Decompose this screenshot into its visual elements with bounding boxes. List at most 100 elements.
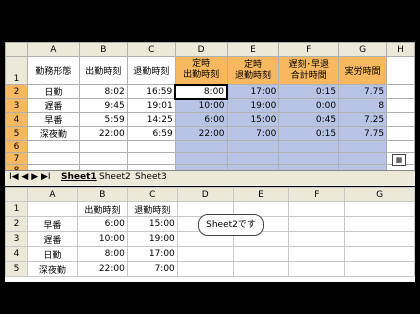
col-header-g[interactable]: G [338,42,388,57]
tab-sheet3[interactable]: Sheet3 [135,172,167,182]
cell-c[interactable]: 19:00 [126,231,178,247]
tab-sheet1[interactable]: Sheet1 [61,172,97,182]
cell-e1[interactable]: 定時 退勤時刻 [226,56,280,85]
cell-d[interactable] [176,246,234,262]
cell-d[interactable] [174,152,228,165]
row-header[interactable]: 5 [5,261,28,277]
select-all-corner[interactable] [5,187,28,202]
cell-d[interactable] [176,261,234,277]
cell-c1[interactable]: 退勤時刻 [126,56,176,85]
cell-c[interactable]: 14:25 [126,112,176,127]
cell-b[interactable]: 10:00 [76,231,128,247]
cell-g[interactable]: 7.75 [338,84,388,99]
cell-h[interactable] [386,98,415,113]
cell-e[interactable]: 7:00 [226,126,280,141]
cell-a1[interactable]: 勤務形態 [26,56,80,85]
cell-b[interactable]: 出勤時刻 [76,201,128,217]
cell-e[interactable]: 17:00 [226,84,280,99]
cell-d[interactable]: 22:00 [174,126,228,141]
cell-c[interactable] [126,140,176,153]
cell-f1[interactable]: 遅刻･早退 合計時間 [278,56,340,85]
cell-h[interactable] [386,84,415,99]
col-header-e[interactable]: E [232,187,290,202]
cell-d[interactable]: 6:00 [174,112,228,127]
cell-a[interactable] [26,140,80,153]
col-header-f[interactable]: F [278,42,340,57]
cell-a[interactable]: 日勤 [26,246,78,262]
cell-g[interactable] [344,201,415,217]
cell-g[interactable]: 7.75 [338,126,388,141]
cell-f[interactable]: 0:15 [278,126,340,141]
cell-b[interactable] [78,140,128,153]
row-header[interactable]: 3 [5,98,28,113]
tab-nav-buttons[interactable]: I◀ ◀ ▶ ▶I [9,172,51,182]
cell-a[interactable] [26,152,80,165]
select-all-corner[interactable] [5,42,28,57]
tab-sheet2[interactable]: Sheet2 [99,172,131,182]
cell-e[interactable]: 15:00 [226,112,280,127]
cell-f[interactable]: 0:15 [278,84,340,99]
paste-options-icon[interactable]: ▦ [392,154,406,166]
cell-a[interactable]: 早番 [26,216,78,232]
cell-a[interactable]: 深夜勤 [26,126,80,141]
col-header-b[interactable]: B [76,187,128,202]
cell-a[interactable]: 遅番 [26,231,78,247]
col-header-a[interactable]: A [26,42,80,57]
cell-g[interactable] [338,140,388,153]
cell-a[interactable] [26,201,78,217]
cell-f[interactable] [278,140,340,153]
row-header[interactable]: 2 [5,84,28,99]
row-header[interactable]: 5 [5,126,28,141]
cell-b[interactable]: 6:00 [76,216,128,232]
col-header-a[interactable]: A [26,187,78,202]
cell-b[interactable] [78,152,128,165]
cell-c[interactable]: 19:01 [126,98,176,113]
row-header[interactable]: 3 [5,231,28,247]
row-header[interactable]: 6 [5,140,28,153]
cell-f[interactable] [278,152,340,165]
cell-h[interactable] [386,112,415,127]
cell-g[interactable]: 7.25 [338,112,388,127]
cell-g[interactable] [338,152,388,165]
cell-g[interactable] [344,216,415,232]
cell-e[interactable]: 19:00 [226,98,280,113]
cell-g[interactable]: 8 [338,98,388,113]
cell-a[interactable]: 遅番 [26,98,80,113]
col-header-f[interactable]: F [288,187,346,202]
cell-h[interactable] [386,126,415,141]
cell-g[interactable] [344,246,415,262]
cell-f[interactable] [288,231,346,247]
col-header-c[interactable]: C [126,187,178,202]
col-header-g[interactable]: G [344,187,415,202]
cell-b[interactable]: 8:02 [78,84,128,99]
active-cell[interactable]: 8:00 [174,83,229,100]
cell-e[interactable] [232,261,290,277]
cell-b1[interactable]: 出勤時刻 [78,56,128,85]
cell-h1[interactable] [386,56,415,85]
cell-f[interactable] [288,201,346,217]
cell-b[interactable]: 8:00 [76,246,128,262]
row-header[interactable]: 4 [5,112,28,127]
col-header-e[interactable]: E [226,42,280,57]
cell-b[interactable]: 22:00 [76,261,128,277]
cell-a[interactable]: 日勤 [26,84,80,99]
cell-b[interactable]: 22:00 [78,126,128,141]
cell-c[interactable]: 15:00 [126,216,178,232]
cell-f[interactable] [288,216,346,232]
cell-d[interactable] [174,140,228,153]
col-header-d[interactable]: D [174,42,228,57]
cell-g1[interactable]: 実労時間 [338,56,388,85]
col-header-b[interactable]: B [78,42,128,57]
cell-f[interactable] [288,246,346,262]
cell-d[interactable]: 10:00 [174,98,228,113]
cell-e[interactable] [232,246,290,262]
cell-c[interactable]: 退勤時刻 [126,201,178,217]
cell-f[interactable]: 0:00 [278,98,340,113]
cell-e[interactable] [226,152,280,165]
row-header[interactable]: 4 [5,246,28,262]
cell-g[interactable] [344,231,415,247]
row-header-1[interactable]: 1 [5,56,28,85]
cell-b[interactable]: 5:59 [78,112,128,127]
cell-f[interactable]: 0:45 [278,112,340,127]
col-header-c[interactable]: C [126,42,176,57]
